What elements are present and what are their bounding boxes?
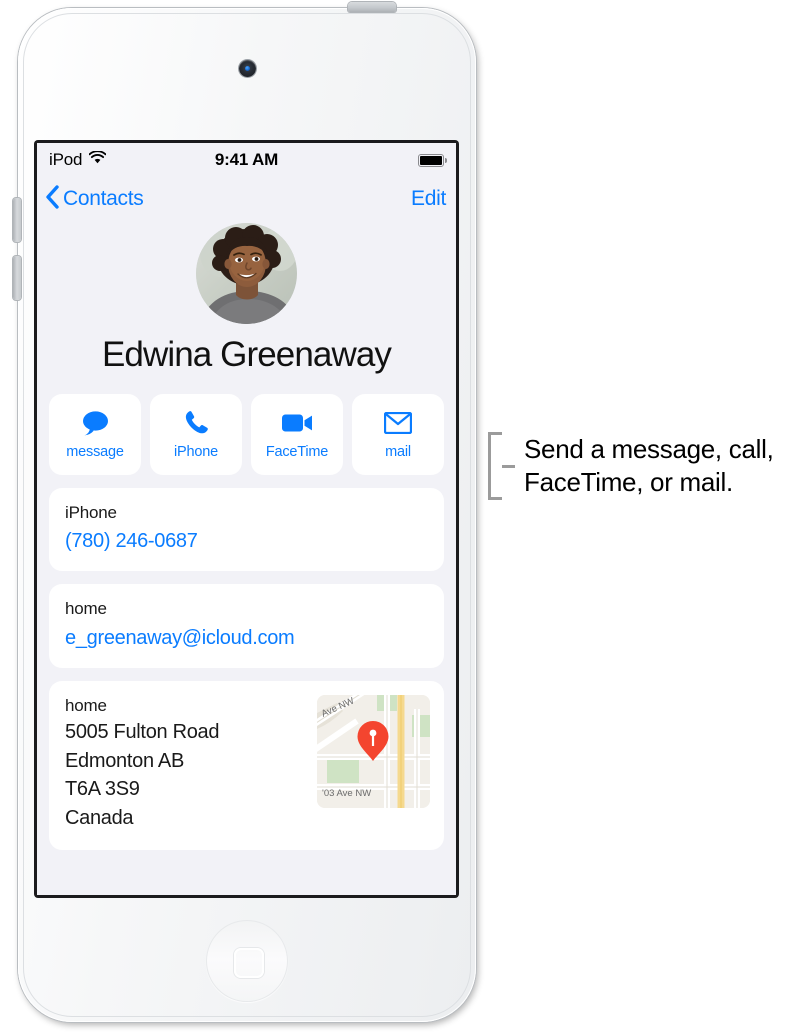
wifi-icon <box>88 150 107 169</box>
home-button-glyph-icon <box>234 948 264 978</box>
front-camera-icon <box>238 60 256 77</box>
status-bar-right <box>247 153 447 167</box>
power-button[interactable] <box>348 2 396 12</box>
screen: iPod 9:41 AM Contacts Edit Edwina Greena… <box>37 143 456 895</box>
message-button-label: message <box>66 443 124 460</box>
chevron-left-icon <box>45 184 59 214</box>
back-button[interactable]: Contacts <box>45 184 144 214</box>
battery-level <box>420 155 442 165</box>
message-bubble-icon <box>80 409 110 437</box>
mail-button-label: mail <box>385 443 411 460</box>
email-field-label: home <box>65 599 107 619</box>
message-button[interactable]: message <box>49 393 141 475</box>
action-buttons-row: message iPhone FaceTime mail <box>49 393 444 475</box>
home-button[interactable] <box>206 920 288 1002</box>
page-title: Edwina Greenaway <box>101 335 392 374</box>
phone-field-card[interactable]: iPhone (780) 246-0687 <box>49 487 444 572</box>
battery-full-icon <box>418 153 447 167</box>
mail-button[interactable]: mail <box>352 393 444 475</box>
video-camera-icon <box>281 409 313 437</box>
phone-field-label: iPhone <box>65 502 117 522</box>
nav-bar: Contacts Edit <box>37 177 456 221</box>
callout-bracket-icon <box>488 432 515 500</box>
status-bar-left: iPod <box>49 150 247 170</box>
back-button-label: Contacts <box>63 187 144 210</box>
facetime-button-label: FaceTime <box>265 443 329 460</box>
carrier-label: iPod <box>49 150 83 169</box>
email-field-card[interactable]: home e_greenaway@icloud.com <box>49 584 444 668</box>
screen-bezel: iPod 9:41 AM Contacts Edit Edwina Greena… <box>34 140 459 898</box>
map-thumbnail[interactable]: Ave NW '03 Ave NW <box>317 694 430 808</box>
facetime-button[interactable]: FaceTime <box>251 393 343 475</box>
volume-down-button[interactable] <box>13 256 21 300</box>
device-frame: iPod 9:41 AM Contacts Edit Edwina Greena… <box>13 2 476 1022</box>
envelope-icon <box>384 409 412 437</box>
callout-annotation: Send a message, call, FaceTime, or mail. <box>488 432 811 500</box>
email-field-value[interactable]: e_greenaway@icloud.com <box>65 624 428 653</box>
avatar[interactable] <box>196 223 297 324</box>
edit-button[interactable]: Edit <box>411 187 446 211</box>
phone-button[interactable]: iPhone <box>150 393 242 475</box>
volume-up-button[interactable] <box>13 198 21 242</box>
status-bar: iPod 9:41 AM <box>37 143 456 177</box>
address-country: Canada <box>65 806 134 829</box>
svg-text:'03 Ave NW: '03 Ave NW <box>322 788 371 799</box>
callout-text: Send a message, call, FaceTime, or mail. <box>524 433 774 497</box>
phone-handset-icon <box>183 409 210 437</box>
phone-field-value[interactable]: (780) 246-0687 <box>65 527 428 556</box>
address-field-card[interactable]: home 5005 Fulton Road Edmonton AB T6A 3S… <box>49 680 444 850</box>
phone-button-label: iPhone <box>174 443 218 460</box>
contact-detail-content: Edwina Greenaway message iPhone FaceTime… <box>37 223 456 850</box>
